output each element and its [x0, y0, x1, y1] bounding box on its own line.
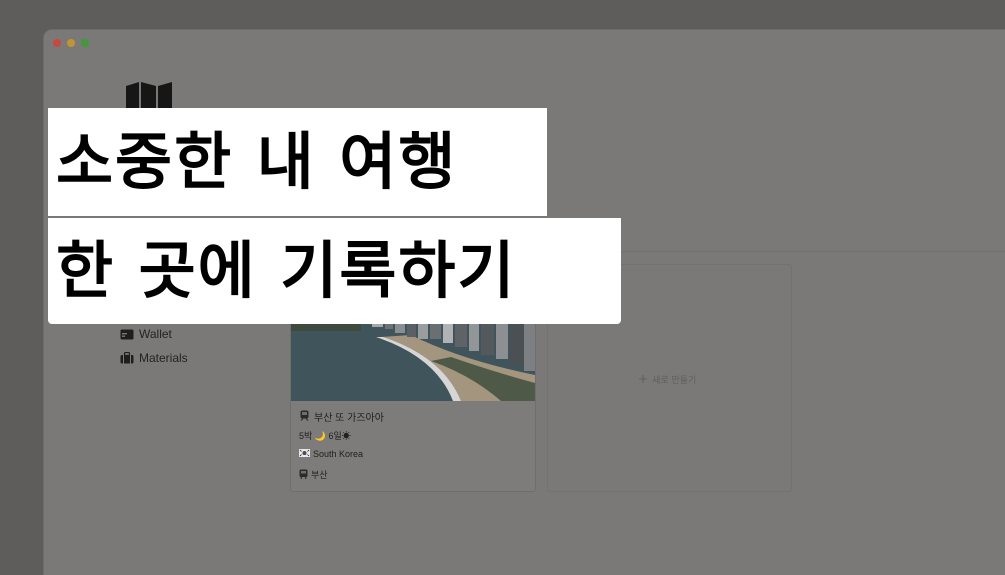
sidebar-item-wallet[interactable]: Wallet [120, 327, 172, 341]
plus-icon: + [638, 372, 649, 386]
card-country-text: South Korea [313, 449, 364, 459]
card-city-text: 부산 [311, 470, 328, 480]
new-card-label[interactable]: + 새로 만들기 [638, 372, 696, 386]
sidebar-item-label: Materials [139, 351, 188, 365]
bus-icon [299, 469, 308, 481]
new-card-text: 새로 만들기 [652, 375, 697, 386]
card-duration-text: 5박 🌙 6일☀ [299, 431, 351, 441]
caption-line-2: 한 곳에 기록하기 [48, 218, 621, 324]
train-icon [299, 410, 310, 424]
caption-line-2-text: 한 곳에 기록하기 [56, 234, 517, 307]
sidebar-item-label: Wallet [139, 327, 172, 341]
caption-line-1: 소중한 내 여행 [48, 108, 547, 216]
card-city: 부산 [299, 468, 328, 481]
card-title[interactable]: 부산 또 가즈아아 [299, 409, 384, 424]
close-window-button[interactable] [53, 39, 61, 47]
luggage-icon [120, 352, 134, 364]
minimize-window-button[interactable] [67, 39, 75, 47]
maximize-window-button[interactable] [81, 39, 89, 47]
window-controls [53, 39, 89, 47]
caption-line-1-text: 소중한 내 여행 [56, 125, 458, 198]
card-duration: 5박 🌙 6일☀ [299, 429, 351, 442]
card-title-text: 부산 또 가즈아아 [314, 413, 384, 424]
wallet-icon [120, 328, 134, 340]
sidebar-item-materials[interactable]: Materials [120, 351, 188, 365]
korea-flag-icon [299, 449, 310, 459]
card-country: South Korea [299, 449, 363, 459]
